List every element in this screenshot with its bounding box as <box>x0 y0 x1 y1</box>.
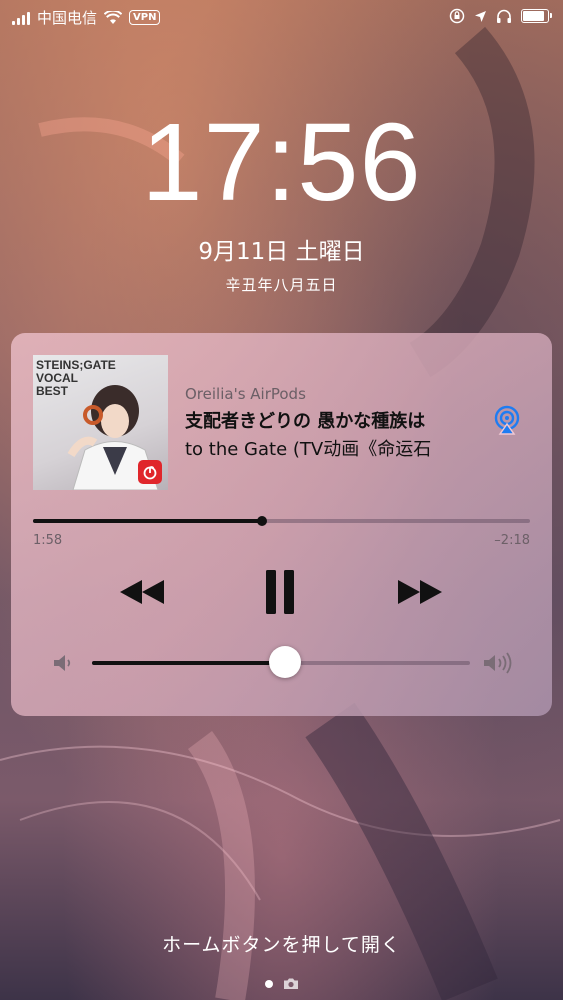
wifi-icon <box>104 10 123 24</box>
fast-forward-icon <box>398 580 442 604</box>
camera-icon[interactable] <box>283 977 299 990</box>
track-subtitle: to the Gate (TV动画《命运石 <box>185 439 432 460</box>
elapsed-time: 1:58 <box>33 533 63 548</box>
progress-handle[interactable] <box>256 516 267 526</box>
status-bar: 中国电信 VPN <box>0 0 563 36</box>
airplay-icon[interactable] <box>492 405 522 435</box>
fast-forward-button[interactable] <box>389 569 451 615</box>
page-dot-current[interactable] <box>264 979 273 988</box>
volume-handle[interactable] <box>268 646 301 678</box>
headphones-icon <box>497 9 511 23</box>
carrier-name: 中国电信 <box>37 9 98 27</box>
status-right <box>449 8 552 24</box>
vpn-badge: VPN <box>129 10 161 25</box>
now-playing-widget[interactable]: STEINS;GATE VOCAL BEST Oreilia's AirPods… <box>11 333 552 716</box>
album-art-text: STEINS;GATE VOCAL BEST <box>36 358 116 398</box>
progress-fill <box>33 519 262 523</box>
page-indicator[interactable] <box>0 977 563 990</box>
album-art[interactable]: STEINS;GATE VOCAL BEST <box>33 355 168 490</box>
orientation-lock-icon <box>449 8 465 24</box>
pause-icon <box>266 570 294 614</box>
battery-fill <box>523 11 545 21</box>
lock-screen-clock: 17:56 <box>141 101 422 224</box>
volume-fill <box>92 661 285 665</box>
unlock-hint: ホームボタンを押して開く <box>162 934 401 956</box>
track-title: 支配者きどりの 愚かな種族は <box>185 411 426 432</box>
battery-icon <box>521 9 552 23</box>
lock-screen-date: 9月11日 土曜日 <box>198 239 365 265</box>
pause-button[interactable] <box>257 569 303 615</box>
volume-low-icon <box>54 655 71 671</box>
rewind-button[interactable] <box>111 569 173 615</box>
progress-slider[interactable] <box>33 516 530 526</box>
remaining-time: –2:18 <box>494 533 530 548</box>
output-device-label: Oreilia's AirPods <box>185 385 306 403</box>
status-left: 中国电信 VPN <box>12 7 161 28</box>
signal-icon <box>12 11 30 25</box>
lunar-date: 辛丑年八月五日 <box>225 276 338 294</box>
rewind-icon <box>120 580 164 604</box>
netease-music-icon <box>143 466 157 480</box>
volume-slider[interactable] <box>92 646 470 678</box>
netease-music-badge <box>138 460 162 484</box>
location-icon <box>475 10 486 22</box>
volume-high-icon <box>484 652 512 674</box>
